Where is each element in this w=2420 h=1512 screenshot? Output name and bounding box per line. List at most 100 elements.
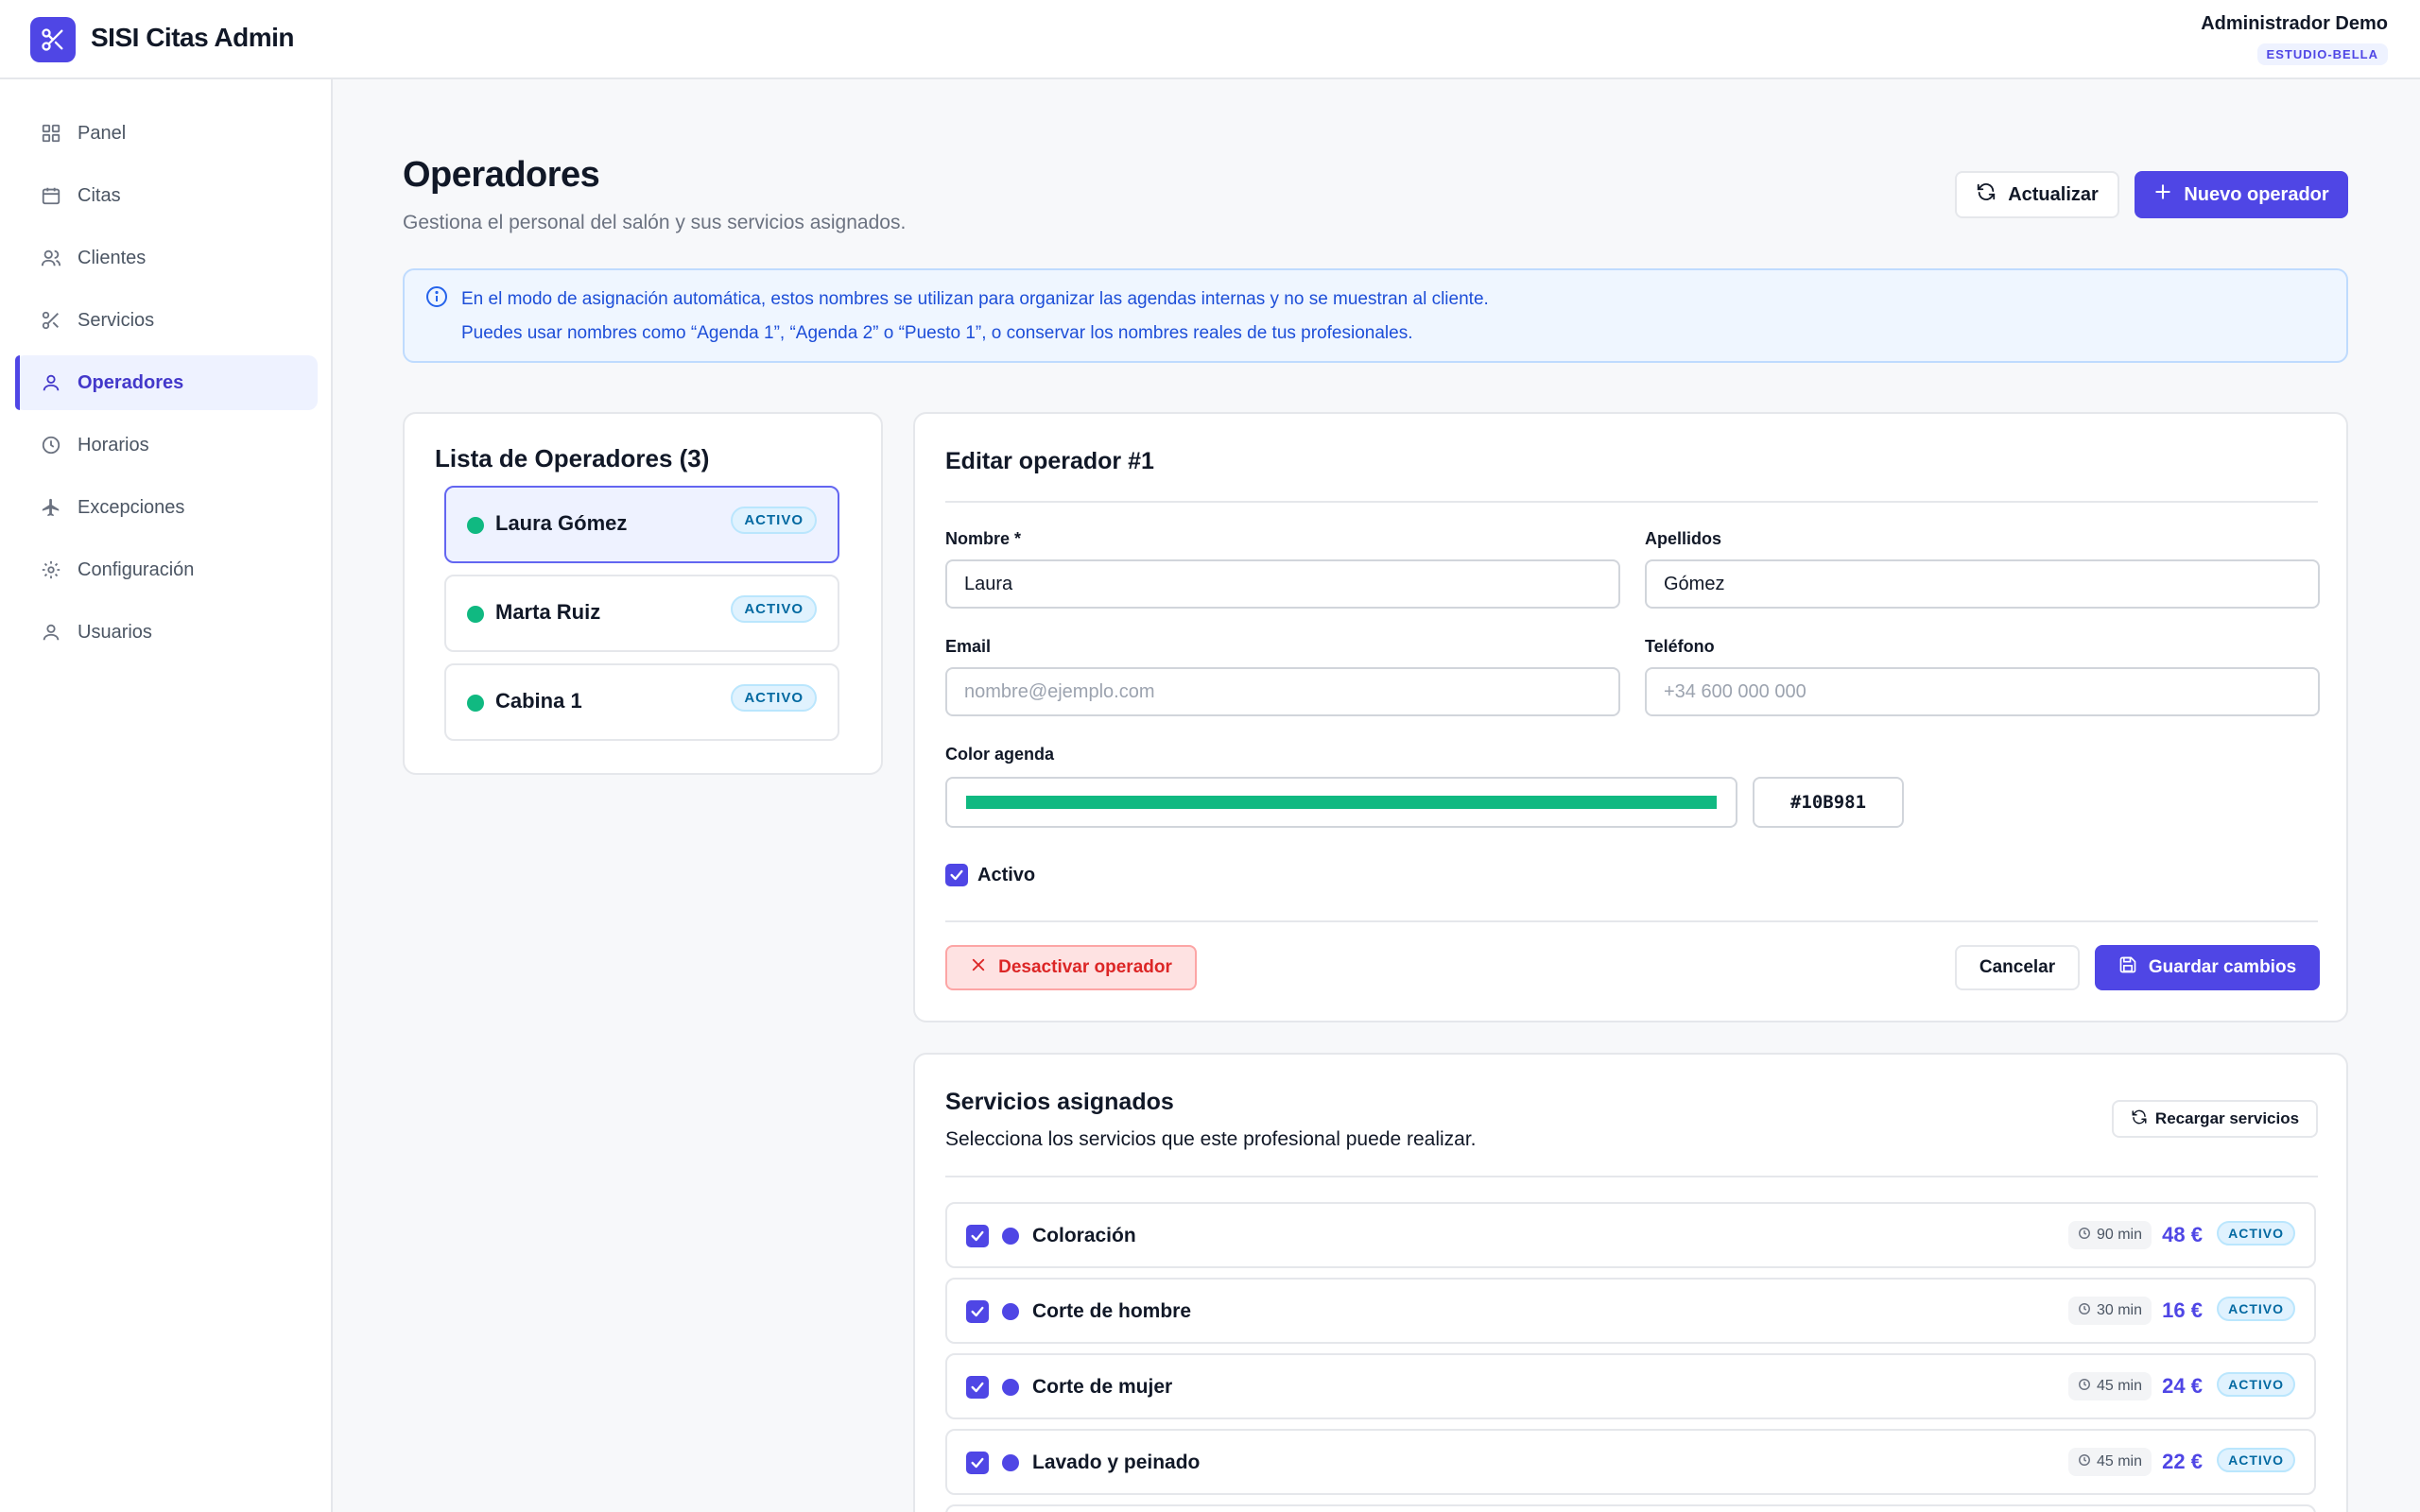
sidebar-item-clientes[interactable]: Clientes: [15, 231, 318, 285]
color-picker[interactable]: [945, 777, 1737, 828]
operator-item-cabina[interactable]: Cabina 1 ACTIVO: [444, 663, 839, 741]
service-name: Corte de mujer: [1032, 1376, 1173, 1398]
deactivate-button[interactable]: Desactivar operador: [945, 945, 1197, 990]
sidebar-item-label: Citas: [78, 184, 121, 206]
operator-name: Laura Gómez: [495, 511, 628, 535]
operator-color-dot: [467, 695, 484, 712]
service-row[interactable]: Lavado y peinado 45 min 22 € ACTIVO: [945, 1429, 2316, 1495]
sidebar-item-label: Panel: [78, 122, 127, 144]
sidebar-item-label: Usuarios: [78, 621, 152, 643]
service-row[interactable]: [945, 1504, 2316, 1512]
service-checkbox[interactable]: [966, 1225, 989, 1247]
sidebar-item-label: Excepciones: [78, 496, 185, 518]
refresh-button[interactable]: Actualizar: [1955, 171, 2119, 218]
operator-list-card: Lista de Operadores (3) Laura Gómez ACTI…: [403, 412, 883, 775]
clock-icon: [2078, 1378, 2091, 1396]
info-icon: [425, 285, 448, 313]
grid-icon: [40, 122, 62, 145]
sidebar-item-usuarios[interactable]: Usuarios: [15, 605, 318, 660]
service-checkbox[interactable]: [966, 1376, 989, 1399]
sidebar-item-panel[interactable]: Panel: [15, 106, 318, 161]
refresh-icon: [1976, 181, 1996, 208]
email-field[interactable]: nombre@ejemplo.com: [945, 667, 1620, 716]
edit-operator-card: Editar operador #1 Nombre * Laura Apelli…: [913, 412, 2348, 1022]
color-hex-input[interactable]: #10B981: [1753, 777, 1904, 828]
user-icon: [40, 371, 62, 394]
sidebar-item-operadores[interactable]: Operadores: [15, 355, 318, 410]
info-text-line1: En el modo de asignación automática, est…: [461, 289, 1489, 309]
service-name: Lavado y peinado: [1032, 1452, 1201, 1473]
operator-item-laura[interactable]: Laura Gómez ACTIVO: [444, 486, 839, 563]
sidebar-item-configuracion[interactable]: Configuración: [15, 542, 318, 597]
top-bar: SISI Citas Admin Administrador Demo ESTU…: [0, 0, 2420, 79]
sidebar-item-label: Horarios: [78, 434, 149, 455]
sidebar-item-horarios[interactable]: Horarios: [15, 418, 318, 472]
tenant-badge: ESTUDIO-BELLA: [2256, 43, 2388, 65]
clock-icon: [40, 434, 62, 456]
new-operator-button[interactable]: Nuevo operador: [2135, 171, 2348, 218]
sidebar-item-excepciones[interactable]: Excepciones: [15, 480, 318, 535]
close-icon: [970, 956, 987, 979]
scissors-icon[interactable]: [30, 17, 76, 62]
duration-chip: 30 min: [2067, 1297, 2152, 1325]
info-banner: En el modo de asignación automática, est…: [403, 268, 2348, 363]
services-card: Servicios asignados Selecciona los servi…: [913, 1053, 2348, 1512]
save-label: Guardar cambios: [2148, 957, 2297, 977]
save-button[interactable]: Guardar cambios: [2095, 945, 2320, 990]
reload-services-button[interactable]: Recargar servicios: [2112, 1100, 2318, 1138]
operator-list-title: Lista de Operadores (3): [435, 444, 710, 472]
operator-item-marta[interactable]: Marta Ruiz ACTIVO: [444, 575, 839, 652]
service-checkbox[interactable]: [966, 1452, 989, 1474]
cancel-button[interactable]: Cancelar: [1955, 945, 2080, 990]
user-name[interactable]: Administrador Demo: [2201, 13, 2388, 35]
apellidos-label: Apellidos: [1645, 529, 1722, 548]
nombre-input[interactable]: Laura: [945, 559, 1620, 609]
info-text-line2: Puedes usar nombres como “Agenda 1”, “Ag…: [461, 323, 1413, 343]
color-label: Color agenda: [945, 745, 1055, 764]
reload-services-label: Recargar servicios: [2154, 1109, 2300, 1127]
operator-name: Cabina 1: [495, 689, 582, 713]
duration-text: 30 min: [2096, 1302, 2142, 1318]
nombre-label: Nombre *: [945, 529, 1022, 548]
service-row[interactable]: Corte de hombre 30 min 16 € ACTIVO: [945, 1278, 2316, 1344]
sidebar: Panel Citas Clientes Servicios Operadore…: [0, 79, 333, 1512]
sidebar-item-label: Clientes: [78, 247, 147, 268]
sidebar-item-citas[interactable]: Citas: [15, 168, 318, 223]
status-badge: ACTIVO: [731, 684, 817, 712]
status-badge: ACTIVO: [731, 507, 817, 534]
divider: [945, 920, 2318, 922]
status-badge: ACTIVO: [2217, 1221, 2295, 1246]
operator-name: Marta Ruiz: [495, 600, 601, 624]
service-price: 22 €: [2162, 1450, 2203, 1473]
telefono-field[interactable]: +34 600 000 000: [1645, 667, 2320, 716]
refresh-label: Actualizar: [2008, 183, 2099, 205]
services-title: Servicios asignados: [945, 1089, 1174, 1115]
service-price: 16 €: [2162, 1298, 2203, 1322]
divider: [945, 1176, 2318, 1177]
apellidos-input[interactable]: Gómez: [1645, 559, 2320, 609]
service-checkbox[interactable]: [966, 1300, 989, 1323]
service-price: 48 €: [2162, 1223, 2203, 1246]
sidebar-item-label: Servicios: [78, 309, 155, 331]
app-title[interactable]: SISI Citas Admin: [91, 23, 295, 53]
clock-icon: [2078, 1227, 2091, 1245]
refresh-icon: [2131, 1108, 2148, 1130]
scissors-icon: [40, 309, 62, 332]
service-price: 24 €: [2162, 1374, 2203, 1398]
users-icon: [40, 247, 62, 269]
services-subtitle: Selecciona los servicios que este profes…: [945, 1128, 1477, 1150]
duration-chip: 45 min: [2067, 1448, 2152, 1476]
duration-chip: 90 min: [2067, 1221, 2152, 1249]
new-operator-label: Nuevo operador: [2184, 183, 2329, 205]
user-icon: [40, 621, 62, 644]
status-badge: ACTIVO: [2217, 1448, 2295, 1472]
edit-title: Editar operador #1: [945, 448, 1154, 474]
divider: [945, 501, 2318, 503]
save-icon: [2118, 955, 2137, 980]
service-row[interactable]: Corte de mujer 45 min 24 € ACTIVO: [945, 1353, 2316, 1419]
activo-checkbox[interactable]: [945, 864, 968, 886]
service-name: Corte de hombre: [1032, 1300, 1192, 1322]
sidebar-item-servicios[interactable]: Servicios: [15, 293, 318, 348]
color-swatch: [966, 796, 1717, 809]
service-row[interactable]: Coloración 90 min 48 € ACTIVO: [945, 1202, 2316, 1268]
